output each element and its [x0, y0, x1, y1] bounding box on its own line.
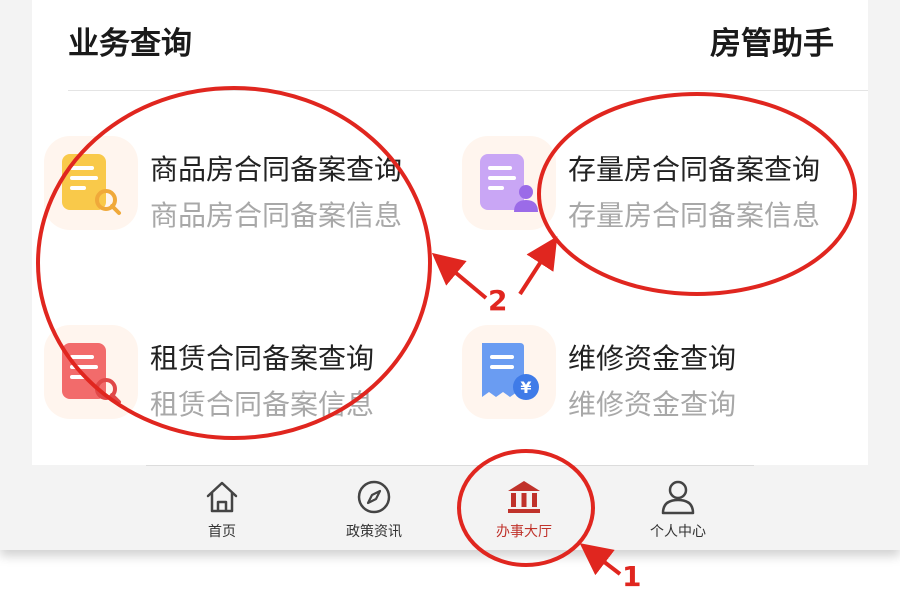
- tab-home[interactable]: 首页: [162, 477, 282, 547]
- app-screen: 业务查询 房管助手 商品房合同备案查询 商品房合同备案信息 存量房合同备案查询 …: [0, 0, 900, 550]
- service-description: 存量房合同备案信息: [568, 199, 821, 232]
- service-title: 维修资金查询: [568, 342, 737, 375]
- tab-label: 个人中心: [650, 524, 706, 540]
- tab-label: 政策资讯: [346, 524, 402, 540]
- annotation-label-1: 1: [622, 560, 642, 593]
- service-title: 存量房合同备案查询: [568, 153, 821, 186]
- document-search-icon: [44, 325, 138, 419]
- service-rental-contract[interactable]: 租赁合同备案查询 租赁合同备案信息: [44, 325, 444, 425]
- document-user-icon: [462, 136, 556, 230]
- receipt-yen-icon: ¥: [462, 325, 556, 419]
- tab-profile[interactable]: 个人中心: [618, 477, 738, 547]
- bank-building-icon: [508, 481, 540, 513]
- tab-label: 首页: [208, 524, 236, 540]
- svg-text:¥: ¥: [520, 378, 531, 397]
- service-existing-contract[interactable]: 存量房合同备案查询 存量房合同备案信息: [462, 136, 862, 236]
- service-maintenance-fund[interactable]: ¥ 维修资金查询 维修资金查询: [462, 325, 862, 425]
- document-search-icon: [44, 136, 138, 230]
- service-title: 商品房合同备案查询: [150, 153, 403, 186]
- home-icon: [206, 481, 238, 513]
- tab-policy-news[interactable]: 政策资讯: [314, 477, 434, 547]
- bottom-tab-bar: 首页 政策资讯 办事大厅 个人中心: [0, 465, 900, 550]
- service-description: 维修资金查询: [568, 388, 737, 421]
- tab-bar-divider: [146, 465, 754, 466]
- service-title: 租赁合同备案查询: [150, 342, 375, 375]
- header-divider: [68, 90, 868, 91]
- service-commercial-contract[interactable]: 商品房合同备案查询 商品房合同备案信息: [44, 136, 444, 236]
- tab-service-hall[interactable]: 办事大厅: [464, 477, 584, 547]
- service-description: 租赁合同备案信息: [150, 388, 375, 421]
- page-title: 业务查询: [68, 26, 192, 62]
- app-name: 房管助手: [710, 26, 834, 62]
- annotation-label-2: 2: [488, 284, 508, 317]
- tab-label: 办事大厅: [496, 524, 552, 540]
- compass-icon: [357, 480, 391, 514]
- service-description: 商品房合同备案信息: [150, 199, 403, 232]
- user-icon: [661, 480, 695, 515]
